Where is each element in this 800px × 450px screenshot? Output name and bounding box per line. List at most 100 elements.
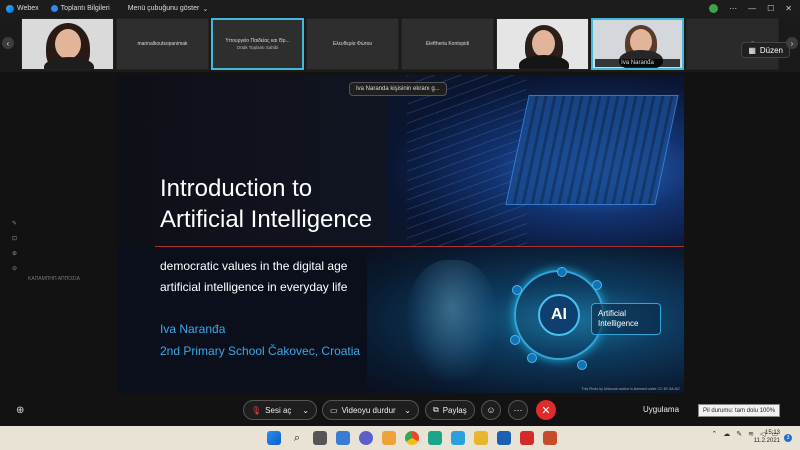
- participant-tile-4[interactable]: Ελευθερία Φώτου: [306, 18, 399, 70]
- participant-tile-5[interactable]: Eleftheria Kontopidi: [401, 18, 494, 70]
- apps-button[interactable]: Uygulama: [643, 405, 679, 414]
- participant-name: Ελευθερία Φώτου: [332, 41, 373, 47]
- slide-title: Introduction to Artificial Intelligence: [160, 173, 372, 235]
- smiley-icon: ☺: [486, 405, 496, 415]
- lock-icon[interactable]: ⊡: [12, 235, 22, 242]
- acrobat-icon[interactable]: [520, 431, 534, 445]
- cloud-icon: [512, 285, 522, 295]
- participant-strip: ‹ marinalkoutsopanimak Υπουργείο Παιδεία…: [0, 17, 800, 72]
- slide-bullet-2: artificial intelligence in everyday life: [160, 280, 348, 294]
- notification-badge[interactable]: 3: [784, 434, 792, 442]
- edge-icon[interactable]: [428, 431, 442, 445]
- maximize-button[interactable]: ☐: [767, 4, 774, 13]
- chevron-right-icon: ›: [790, 38, 794, 48]
- zoom-in-icon[interactable]: ⊕: [12, 250, 22, 257]
- participant-tile-2[interactable]: marinalkoutsopanimak: [116, 18, 209, 70]
- cloud-icon[interactable]: ☁: [723, 430, 730, 438]
- more-options-icon[interactable]: ⋯: [729, 4, 737, 13]
- more-options-icon: ⋯: [513, 404, 523, 415]
- share-side-toolbar: ✎ ⊡ ⊕ ⊖: [12, 220, 22, 272]
- globe-icon[interactable]: ⊕: [16, 405, 24, 416]
- rocket-icon: [557, 267, 567, 277]
- stop-video-button[interactable]: ▭ Videoyu durdur ⌄: [322, 400, 419, 420]
- participant-name-tag: Iva Naranđa: [595, 59, 680, 67]
- slide-bullet-1: democratic values in the digital age: [160, 259, 348, 273]
- layout-grid-icon: ▦: [748, 45, 756, 55]
- menu-toggle-label: Menü çubuğunu göster: [127, 5, 200, 12]
- gear-icon: [510, 335, 520, 345]
- slide-title-line1: Introduction to: [160, 175, 313, 202]
- participant-body: [44, 57, 94, 69]
- chrome-icon[interactable]: [405, 431, 419, 445]
- file-explorer-icon[interactable]: [382, 431, 396, 445]
- apps-label: Uygulama: [643, 405, 680, 414]
- binary-chip-graphic: [505, 95, 679, 205]
- zoom-out-icon[interactable]: ⊖: [12, 265, 22, 272]
- chart-icon: [592, 280, 602, 290]
- user-avatar[interactable]: [709, 4, 719, 13]
- chat-icon[interactable]: [359, 431, 373, 445]
- slide-author: Iva Naranđa: [160, 322, 226, 336]
- title-bar: Webex Toplantı Bilgileri Menü çubuğunu g…: [0, 0, 800, 17]
- title-divider: [155, 246, 684, 247]
- minimize-button[interactable]: —: [748, 4, 756, 13]
- sharing-indicator[interactable]: Iva Naranda kişisinin ekranı g...: [349, 82, 447, 96]
- clock-date: 11.2.2021: [753, 438, 780, 444]
- ai-label-box: Artificial Intelligence: [591, 303, 661, 335]
- chevron-down-icon[interactable]: ⌄: [404, 406, 411, 415]
- participant-name: Υπουργείο Παιδείας και Θρ...: [225, 38, 290, 44]
- slide-title-line2: Artificial Intelligence: [160, 206, 373, 233]
- share-button[interactable]: ⧉ Paylaş: [425, 400, 475, 420]
- ai-face-graphic: [407, 260, 497, 380]
- participant-role: Ortak Toplantı Sahibi: [236, 45, 279, 50]
- annotate-icon[interactable]: ✎: [12, 220, 22, 227]
- webex-meeting-window: Webex Toplantı Bilgileri Menü çubuğunu g…: [0, 0, 800, 450]
- meeting-controls-bar: ⊕ 🎙 Sesi aç ⌄ ▭ Videoyu durdur ⌄ ⧉ Payla…: [0, 396, 800, 426]
- meeting-info-button[interactable]: Toplantı Bilgileri: [50, 5, 110, 12]
- unmute-button[interactable]: 🎙 Sesi aç ⌄: [243, 400, 317, 420]
- participant-tile-video-1[interactable]: [21, 18, 114, 70]
- close-button[interactable]: ✕: [785, 4, 792, 13]
- task-view-icon[interactable]: [313, 431, 327, 445]
- more-button[interactable]: ⋯: [508, 400, 528, 420]
- participant-tile-active-speaker[interactable]: Iva Naranđa: [591, 18, 684, 70]
- unmute-label: Sesi aç: [265, 405, 292, 415]
- strip-prev-button[interactable]: ‹: [2, 37, 14, 49]
- powerpoint-icon[interactable]: [543, 431, 557, 445]
- stop-video-label: Videoyu durdur: [341, 405, 396, 415]
- participant-name: Eleftheria Kontopidi: [425, 41, 470, 47]
- participant-tile-3[interactable]: Υπουργείο Παιδείας και Θρ... Ortak Topla…: [211, 18, 304, 70]
- video-camera-icon: ▭: [330, 405, 338, 415]
- share-screen-icon: ⧉: [433, 405, 439, 414]
- layout-button[interactable]: ▦ Düzen: [741, 42, 790, 58]
- participant-name: Iva Naranđa: [621, 60, 654, 66]
- participant-face: [55, 29, 81, 59]
- strip-next-button[interactable]: ›: [786, 37, 798, 49]
- folder-icon[interactable]: [474, 431, 488, 445]
- webex-app-menu[interactable]: Webex: [6, 4, 39, 13]
- ai-core-badge: AI: [538, 294, 580, 336]
- ai-core-label: AI: [551, 306, 567, 323]
- start-icon[interactable]: [267, 431, 281, 445]
- layout-button-label: Düzen: [759, 45, 783, 55]
- chevron-down-icon[interactable]: ⌄: [302, 406, 309, 415]
- share-label: Paylaş: [442, 405, 467, 415]
- participant-face: [532, 30, 555, 57]
- pen-icon[interactable]: ✎: [736, 430, 742, 438]
- chevron-up-icon[interactable]: ⌃: [711, 430, 717, 438]
- app-l-icon[interactable]: [451, 431, 465, 445]
- taskbar-clock[interactable]: 15:13 11.2.2021: [754, 429, 780, 445]
- webex-taskbar-icon[interactable]: [497, 431, 511, 445]
- meeting-info-label: Toplantı Bilgileri: [60, 5, 110, 12]
- leave-meeting-button[interactable]: ✕: [536, 400, 556, 420]
- menu-bar-toggle[interactable]: Menü çubuğunu göster ⌄: [128, 5, 208, 13]
- slide-school: 2nd Primary School Čakovec, Croatia: [160, 344, 361, 358]
- ai-box-line1: Artificial: [598, 309, 627, 318]
- close-icon: ✕: [541, 404, 551, 417]
- photo-credit: This Photo by Unknown author is licensed…: [581, 387, 680, 391]
- reactions-button[interactable]: ☺: [481, 400, 501, 420]
- participant-tile-video-6[interactable]: [496, 18, 589, 70]
- search-icon[interactable]: ⌕: [290, 431, 304, 445]
- participant-body: [519, 55, 569, 69]
- widgets-icon[interactable]: [336, 431, 350, 445]
